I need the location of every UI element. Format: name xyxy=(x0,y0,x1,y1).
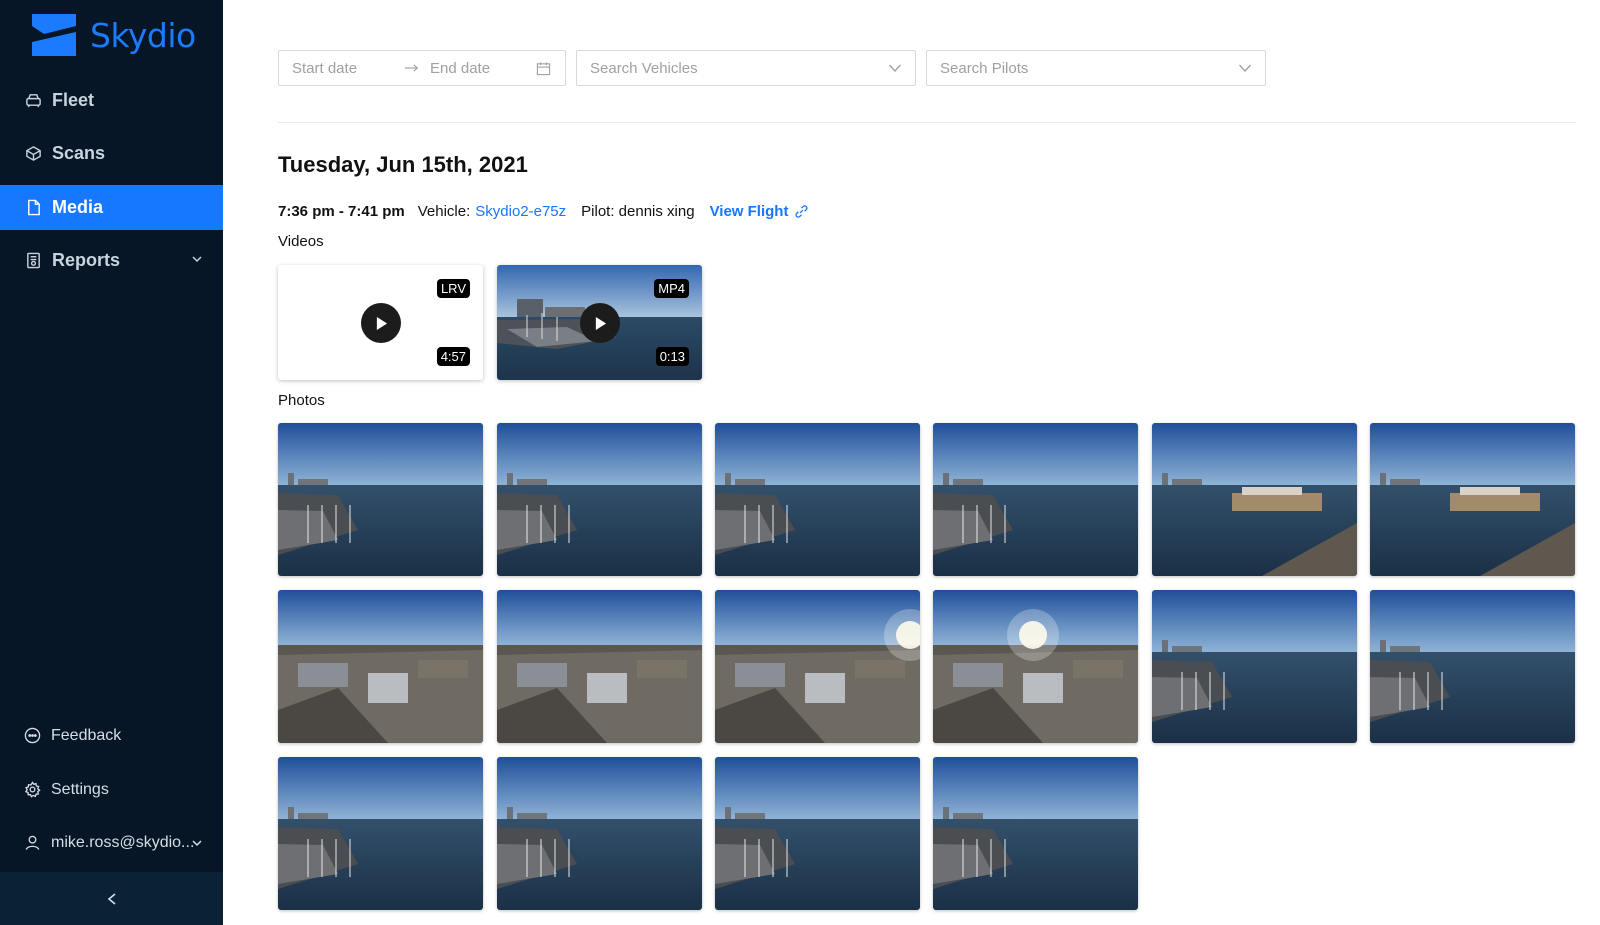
photo-thumbnail[interactable] xyxy=(278,423,483,576)
video-format-badge: LRV xyxy=(436,279,470,298)
main-content: Start date End date Search Vehicles Sear… xyxy=(223,0,1600,925)
photo-image xyxy=(933,590,1138,743)
chevron-down-icon xyxy=(1239,64,1251,72)
chevron-down-icon xyxy=(192,840,202,847)
sidebar: Skydio Fleet Scans Media Reports Feedbac… xyxy=(0,0,223,925)
user-menu[interactable]: mike.ross@skydio... xyxy=(0,823,223,863)
video-duration-badge: 4:57 xyxy=(436,347,470,366)
photo-thumbnail[interactable] xyxy=(933,590,1138,743)
photo-thumbnail[interactable] xyxy=(497,590,702,743)
photo-image xyxy=(278,757,483,910)
settings-label: Settings xyxy=(51,781,109,798)
flight-info-row: 7:36 pm - 7:41 pm Vehicle: Skydio2-e75z … xyxy=(278,203,809,220)
videos-section-label: Videos xyxy=(278,233,324,250)
photo-image xyxy=(933,423,1138,576)
photo-image xyxy=(715,757,920,910)
sidebar-item-scans[interactable]: Scans xyxy=(0,131,223,176)
photo-thumbnail[interactable] xyxy=(278,757,483,910)
chevron-down-icon xyxy=(192,256,202,263)
sidebar-item-label: Media xyxy=(52,197,104,217)
chevron-down-icon xyxy=(889,64,901,72)
sidebar-item-media[interactable]: Media xyxy=(0,185,223,230)
divider xyxy=(278,122,1576,123)
photo-thumbnail[interactable] xyxy=(1370,590,1575,743)
photo-thumbnail[interactable] xyxy=(933,757,1138,910)
photo-thumbnail[interactable] xyxy=(715,423,920,576)
sidebar-item-label: Scans xyxy=(52,143,106,163)
sidebar-item-reports[interactable]: Reports xyxy=(0,238,223,283)
photo-image xyxy=(497,757,702,910)
play-icon xyxy=(595,316,606,330)
user-icon xyxy=(24,834,42,852)
search-vehicles-select[interactable]: Search Vehicles xyxy=(576,50,916,86)
photo-thumbnail[interactable] xyxy=(933,423,1138,576)
photo-thumbnail[interactable] xyxy=(1152,423,1357,576)
search-vehicles-placeholder: Search Vehicles xyxy=(590,59,698,77)
settings-link[interactable]: Settings xyxy=(0,770,223,810)
video-format-badge: MP4 xyxy=(654,279,689,298)
photos-section-label: Photos xyxy=(278,392,325,409)
photo-image xyxy=(715,423,920,576)
photo-thumbnail[interactable] xyxy=(497,423,702,576)
sidebar-item-label: Fleet xyxy=(52,90,95,110)
file-icon xyxy=(24,199,42,217)
play-icon xyxy=(376,316,387,330)
photo-thumbnail[interactable] xyxy=(278,590,483,743)
play-button[interactable] xyxy=(580,303,620,343)
photo-image xyxy=(1152,423,1357,576)
feedback-link[interactable]: Feedback xyxy=(0,716,223,756)
pilot-info: Pilot: dennis xing xyxy=(581,203,695,220)
photo-thumbnail[interactable] xyxy=(715,590,920,743)
chevron-left-icon xyxy=(107,892,116,905)
search-pilots-placeholder: Search Pilots xyxy=(940,59,1029,77)
user-email: mike.ross@skydio... xyxy=(51,834,195,851)
photo-thumbnail[interactable] xyxy=(1152,590,1357,743)
end-date-input[interactable]: End date xyxy=(430,60,536,77)
flight-time-range: 7:36 pm - 7:41 pm xyxy=(278,203,405,220)
video-card[interactable]: MP4 0:13 xyxy=(497,265,702,380)
view-flight-link[interactable]: View Flight xyxy=(710,203,789,220)
photo-image xyxy=(933,757,1138,910)
play-button[interactable] xyxy=(361,303,401,343)
photo-image xyxy=(1370,423,1575,576)
car-icon xyxy=(24,92,42,110)
gear-icon xyxy=(24,781,42,799)
video-card[interactable]: LRV 4:57 xyxy=(278,265,483,380)
photo-image xyxy=(497,423,702,576)
session-date-heading: Tuesday, Jun 15th, 2021 xyxy=(278,152,528,177)
photo-thumbnail[interactable] xyxy=(1370,423,1575,576)
photo-image xyxy=(715,590,920,743)
link-icon[interactable] xyxy=(794,204,809,219)
date-range-picker[interactable]: Start date End date xyxy=(278,50,566,86)
photo-image xyxy=(497,590,702,743)
report-icon xyxy=(24,252,42,270)
photo-thumbnail[interactable] xyxy=(715,757,920,910)
video-duration-badge: 0:13 xyxy=(655,347,689,366)
photo-image xyxy=(278,423,483,576)
arrow-right-icon xyxy=(404,64,419,72)
calendar-icon xyxy=(536,61,551,75)
feedback-label: Feedback xyxy=(51,727,122,744)
collapse-sidebar-button[interactable] xyxy=(0,872,223,925)
photo-thumbnail[interactable] xyxy=(497,757,702,910)
skydio-logo[interactable]: Skydio xyxy=(30,12,196,58)
start-date-input[interactable]: Start date xyxy=(292,60,404,77)
sidebar-item-fleet[interactable]: Fleet xyxy=(0,78,223,123)
feedback-icon xyxy=(24,727,42,745)
brand-name: Skydio xyxy=(90,15,196,55)
photo-image xyxy=(1370,590,1575,743)
vehicle-link[interactable]: Skydio2-e75z xyxy=(475,203,566,220)
sidebar-item-label: Reports xyxy=(52,250,121,270)
photo-image xyxy=(278,590,483,743)
scan-icon xyxy=(24,145,42,163)
search-pilots-select[interactable]: Search Pilots xyxy=(926,50,1266,86)
photo-image xyxy=(1152,590,1357,743)
skydio-logo-icon xyxy=(32,14,76,56)
vehicle-label: Vehicle: xyxy=(417,203,471,220)
